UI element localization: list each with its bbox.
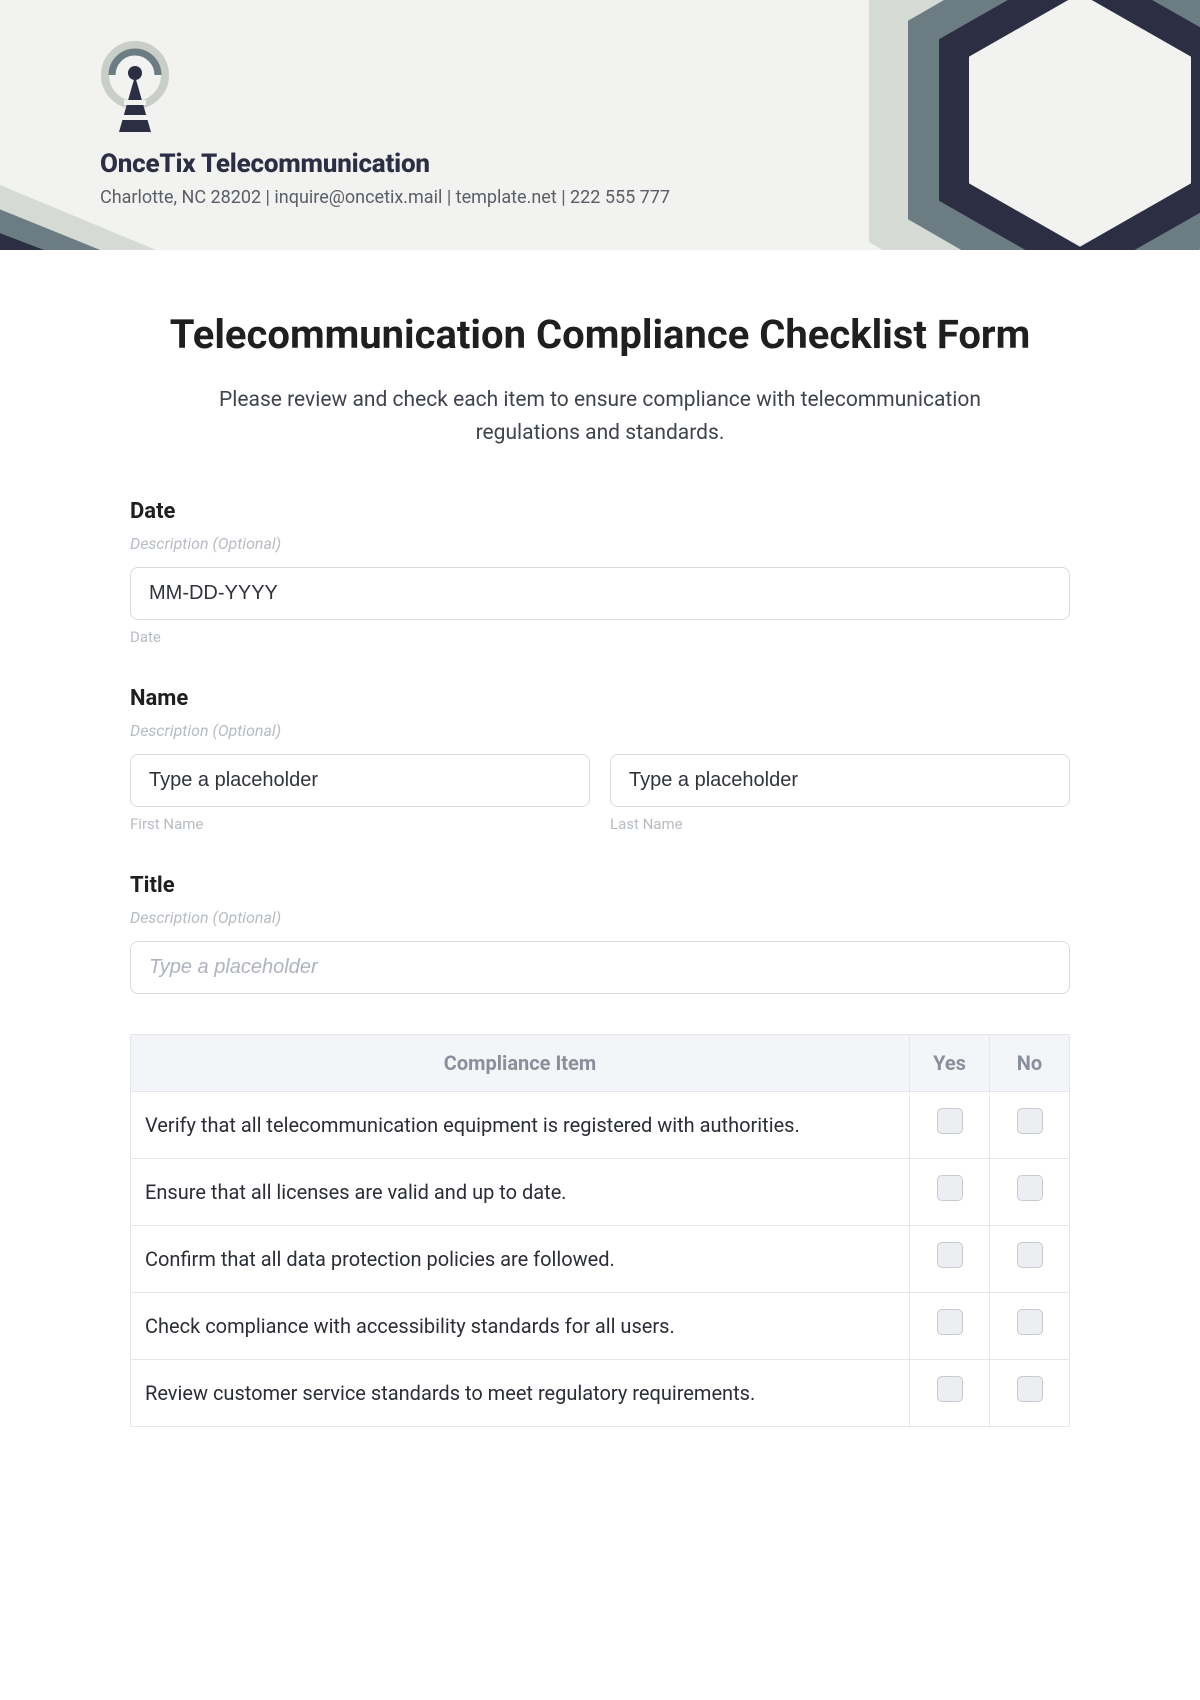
title-input[interactable]	[130, 941, 1070, 994]
date-label: Date	[130, 499, 1070, 524]
company-meta: Charlotte, NC 28202 | inquire@oncetix.ma…	[100, 187, 670, 208]
title-field: Title Description (Optional)	[130, 873, 1070, 994]
last-name-sublabel: Last Name	[610, 815, 1070, 833]
no-checkbox[interactable]	[1017, 1175, 1043, 1201]
compliance-item-text: Ensure that all licenses are valid and u…	[131, 1159, 910, 1226]
title-desc: Description (Optional)	[130, 908, 1070, 927]
table-row: Ensure that all licenses are valid and u…	[131, 1159, 1070, 1226]
col-no: No	[990, 1035, 1070, 1092]
compliance-item-text: Review customer service standards to mee…	[131, 1360, 910, 1427]
compliance-table: Compliance Item Yes No Verify that all t…	[130, 1034, 1070, 1427]
name-desc: Description (Optional)	[130, 721, 1070, 740]
yes-checkbox[interactable]	[937, 1309, 963, 1335]
date-desc: Description (Optional)	[130, 534, 1070, 553]
no-checkbox[interactable]	[1017, 1108, 1043, 1134]
last-name-input[interactable]	[610, 754, 1070, 807]
no-checkbox[interactable]	[1017, 1242, 1043, 1268]
yes-checkbox[interactable]	[937, 1175, 963, 1201]
no-checkbox[interactable]	[1017, 1376, 1043, 1402]
form-title: Telecommunication Compliance Checklist F…	[130, 310, 1070, 360]
table-row: Check compliance with accessibility stan…	[131, 1293, 1070, 1360]
form-content: Telecommunication Compliance Checklist F…	[0, 250, 1200, 1467]
name-field: Name Description (Optional) First Name L…	[130, 686, 1070, 833]
company-name: OnceTix Telecommunication	[100, 149, 670, 179]
col-item: Compliance Item	[131, 1035, 910, 1092]
table-row: Review customer service standards to mee…	[131, 1360, 1070, 1427]
yes-cell	[910, 1360, 990, 1427]
no-cell	[990, 1226, 1070, 1293]
title-label: Title	[130, 873, 1070, 898]
no-cell	[990, 1360, 1070, 1427]
table-row: Confirm that all data protection policie…	[131, 1226, 1070, 1293]
table-row: Verify that all telecommunication equipm…	[131, 1092, 1070, 1159]
compliance-item-text: Confirm that all data protection policie…	[131, 1226, 910, 1293]
no-cell	[990, 1092, 1070, 1159]
first-name-input[interactable]	[130, 754, 590, 807]
yes-checkbox[interactable]	[937, 1242, 963, 1268]
yes-checkbox[interactable]	[937, 1108, 963, 1134]
yes-cell	[910, 1092, 990, 1159]
no-checkbox[interactable]	[1017, 1309, 1043, 1335]
yes-checkbox[interactable]	[937, 1376, 963, 1402]
hexagon-decoration	[840, 0, 1200, 250]
yes-cell	[910, 1226, 990, 1293]
date-input[interactable]	[130, 567, 1070, 620]
date-sublabel: Date	[130, 628, 1070, 646]
no-cell	[990, 1293, 1070, 1360]
date-field: Date Description (Optional) Date	[130, 499, 1070, 646]
yes-cell	[910, 1293, 990, 1360]
compliance-item-text: Verify that all telecommunication equipm…	[131, 1092, 910, 1159]
yes-cell	[910, 1159, 990, 1226]
antenna-logo-icon	[100, 40, 170, 135]
name-label: Name	[130, 686, 1070, 711]
compliance-item-text: Check compliance with accessibility stan…	[131, 1293, 910, 1360]
no-cell	[990, 1159, 1070, 1226]
col-yes: Yes	[910, 1035, 990, 1092]
form-intro: Please review and check each item to ens…	[200, 384, 1000, 449]
first-name-sublabel: First Name	[130, 815, 590, 833]
page-header: OnceTix Telecommunication Charlotte, NC …	[0, 0, 1200, 250]
